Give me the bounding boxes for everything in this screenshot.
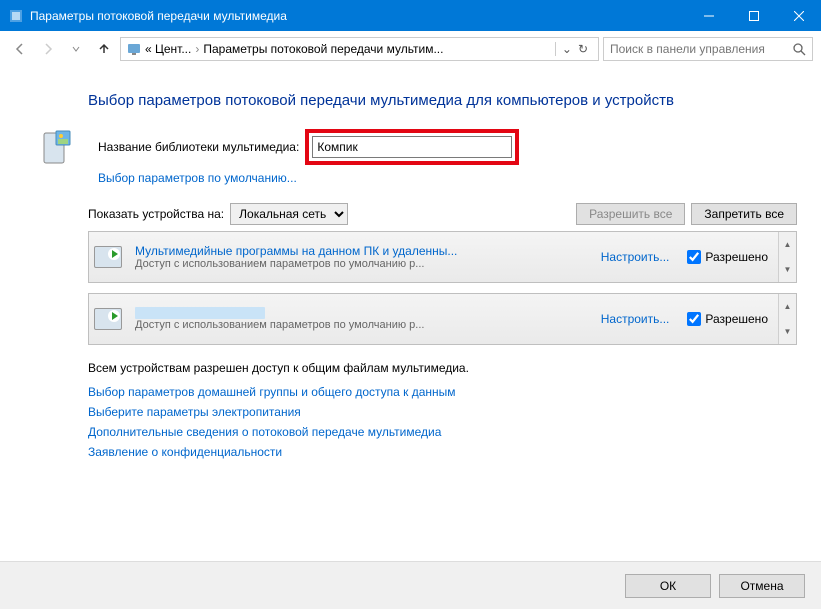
scroll-down-icon[interactable]: ▼ [779, 319, 796, 344]
allow-label: Разрешено [705, 250, 768, 264]
related-links: Выбор параметров домашней группы и общег… [88, 385, 797, 459]
allow-all-button[interactable]: Разрешить все [576, 203, 685, 225]
close-button[interactable] [776, 0, 821, 31]
breadcrumb[interactable]: « Цент... › Параметры потоковой передачи… [120, 37, 599, 61]
device-desc: Доступ с использованием параметров по ум… [135, 319, 585, 331]
device-icon [89, 294, 127, 344]
device-desc: Доступ с использованием параметров по ум… [135, 258, 585, 270]
highlight-annotation [305, 129, 519, 165]
media-library-icon [38, 129, 78, 169]
search-box[interactable] [603, 37, 813, 61]
power-options-link[interactable]: Выберите параметры электропитания [88, 405, 797, 419]
window-title: Параметры потоковой передачи мультимедиа [30, 9, 686, 23]
allow-checkbox[interactable] [687, 312, 701, 326]
cancel-button[interactable]: Отмена [719, 574, 805, 598]
device-row[interactable]: Доступ с использованием параметров по ум… [88, 293, 797, 345]
network-select[interactable]: Локальная сеть [230, 203, 348, 225]
search-input[interactable] [610, 42, 792, 56]
dialog-footer: ОК Отмена [0, 561, 821, 609]
forward-button[interactable] [36, 37, 60, 61]
page-heading: Выбор параметров потоковой передачи муль… [88, 91, 797, 111]
device-name-redacted[interactable] [135, 307, 265, 319]
breadcrumb-dropdown[interactable]: ⌄ ↻ [555, 42, 594, 56]
allow-label: Разрешено [705, 312, 768, 326]
app-icon [8, 8, 24, 24]
privacy-link[interactable]: Заявление о конфиденциальности [88, 445, 797, 459]
search-icon[interactable] [792, 42, 806, 56]
device-icon [89, 232, 127, 282]
nav-toolbar: « Цент... › Параметры потоковой передачи… [0, 31, 821, 67]
customize-link[interactable]: Настроить... [593, 294, 678, 344]
homegroup-link[interactable]: Выбор параметров домашней группы и общег… [88, 385, 797, 399]
recent-dropdown-icon[interactable] [64, 37, 88, 61]
up-button[interactable] [92, 37, 116, 61]
control-panel-icon [125, 40, 143, 58]
library-name-input[interactable] [312, 136, 512, 158]
more-info-link[interactable]: Дополнительные сведения о потоковой пере… [88, 425, 797, 439]
back-button[interactable] [8, 37, 32, 61]
titlebar: Параметры потоковой передачи мультимедиа [0, 0, 821, 31]
scroll-up-icon[interactable]: ▲ [779, 232, 796, 257]
scrollbar[interactable]: ▲ ▼ [779, 232, 796, 282]
allow-checkbox[interactable] [687, 250, 701, 264]
device-list: Мультимедийные программы на данном ПК и … [88, 231, 797, 345]
status-text: Всем устройствам разрешен доступ к общим… [88, 361, 797, 375]
breadcrumb-segment[interactable]: « Цент... [145, 42, 191, 56]
deny-all-button[interactable]: Запретить все [691, 203, 797, 225]
scroll-down-icon[interactable]: ▼ [779, 257, 796, 282]
maximize-button[interactable] [731, 0, 776, 31]
refresh-icon[interactable]: ↻ [578, 42, 588, 56]
scrollbar[interactable]: ▲ ▼ [779, 294, 796, 344]
chevron-right-icon: › [193, 42, 201, 56]
device-name[interactable]: Мультимедийные программы на данном ПК и … [135, 244, 585, 258]
device-row[interactable]: Мультимедийные программы на данном ПК и … [88, 231, 797, 283]
ok-button[interactable]: ОК [625, 574, 711, 598]
customize-link[interactable]: Настроить... [593, 232, 678, 282]
library-name-label: Название библиотеки мультимедиа: [98, 140, 299, 154]
show-devices-label: Показать устройства на: [88, 207, 224, 221]
content-area: Выбор параметров потоковой передачи муль… [0, 67, 821, 561]
scroll-up-icon[interactable]: ▲ [779, 294, 796, 319]
breadcrumb-segment[interactable]: Параметры потоковой передачи мультим... [203, 42, 443, 56]
default-params-link[interactable]: Выбор параметров по умолчанию... [98, 171, 297, 185]
minimize-button[interactable] [686, 0, 731, 31]
chevron-down-icon: ⌄ [562, 42, 572, 56]
